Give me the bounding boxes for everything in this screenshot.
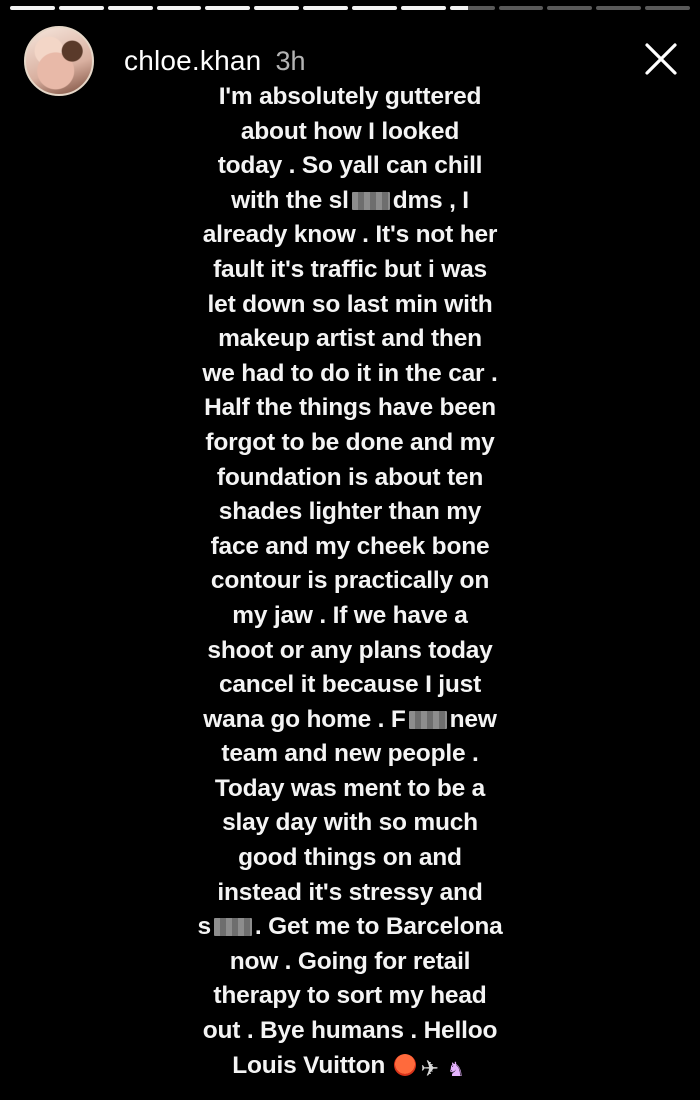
caption-line: foundation is about ten [216, 463, 484, 491]
caption-line: shades lighter than my [218, 498, 482, 526]
progress-segment [303, 6, 349, 10]
angry-face-emoji-icon [393, 1053, 416, 1076]
caption-fragment: dms , I [392, 186, 469, 214]
progress-segment [205, 6, 251, 10]
caption-line: therapy to sort my head [213, 982, 487, 1010]
progress-segment [596, 6, 642, 10]
caption-line: team and new people . [221, 740, 479, 768]
progress-segment [10, 6, 55, 10]
progress-segment [107, 6, 153, 10]
progress-segment [254, 6, 300, 10]
close-icon[interactable] [644, 42, 678, 76]
progress-segment-current [449, 6, 495, 10]
caption-line: my jaw . If we have a [232, 601, 468, 629]
caption-line: about how I looked [240, 117, 460, 145]
caption-line: we had to do it in the car . [202, 359, 498, 387]
caption-line: s . Get me to Barcelona [0, 910, 700, 945]
caption-line: instead it's stressy and [217, 878, 483, 906]
caption-line: makeup artist and then [218, 325, 482, 353]
caption-line: let down so last min with [207, 290, 493, 318]
censor-blur [351, 191, 390, 210]
caption-line: contour is practically on [210, 567, 490, 595]
story-username[interactable]: chloe.khan [124, 45, 261, 77]
caption-fragment: s [197, 913, 211, 941]
progress-segment [498, 6, 544, 10]
progress-segment [156, 6, 202, 10]
caption-fragment: wana go home . F [203, 705, 406, 733]
progress-segment [352, 6, 397, 10]
caption-line: out . Bye humans . Helloo [202, 1017, 498, 1045]
caption-fragment: new [449, 705, 497, 733]
progress-segment [645, 6, 691, 10]
caption-fragment: . Get me to Barcelona [254, 913, 503, 941]
caption-line: Half the things have been [204, 394, 496, 422]
caption-fragment: with the sl [231, 186, 349, 214]
caption-line: face and my cheek bone [210, 532, 490, 560]
caption-line: cancel it because I just [218, 671, 482, 699]
censor-blur [213, 918, 252, 937]
story-caption: I'm absolutely guttered about how I look… [0, 80, 700, 1083]
caption-line: shoot or any plans today [207, 636, 493, 664]
caption-line: Today was ment to be a [214, 774, 486, 802]
progress-segment [58, 6, 104, 10]
caption-line: fault it's traffic but i was [213, 255, 487, 283]
caption-line: Louis Vuitton ✈ ♞ [0, 1049, 700, 1084]
censor-blur [408, 710, 447, 729]
caption-line: good things on and [238, 844, 462, 872]
caption-fragment: Louis Vuitton [232, 1051, 386, 1079]
caption-line: now . Going for retail [229, 947, 471, 975]
progress-segment [400, 6, 446, 10]
progress-segment [547, 6, 593, 10]
caption-line: already know . It's not her [202, 221, 498, 249]
story-progress-bar [10, 6, 691, 10]
unicorn-emoji-icon: ♞ [446, 1058, 465, 1081]
airplane-emoji-icon: ✈ [420, 1055, 439, 1081]
caption-line: today . So yall can chill [217, 152, 483, 180]
caption-line: I'm absolutely guttered [218, 83, 482, 110]
story-timestamp: 3h [275, 45, 306, 76]
caption-line: wana go home . F new [0, 703, 700, 738]
caption-line: slay day with so much [222, 809, 478, 837]
caption-line: with the sl dms , I [0, 184, 700, 219]
caption-line: forgot to be done and my [205, 428, 495, 456]
